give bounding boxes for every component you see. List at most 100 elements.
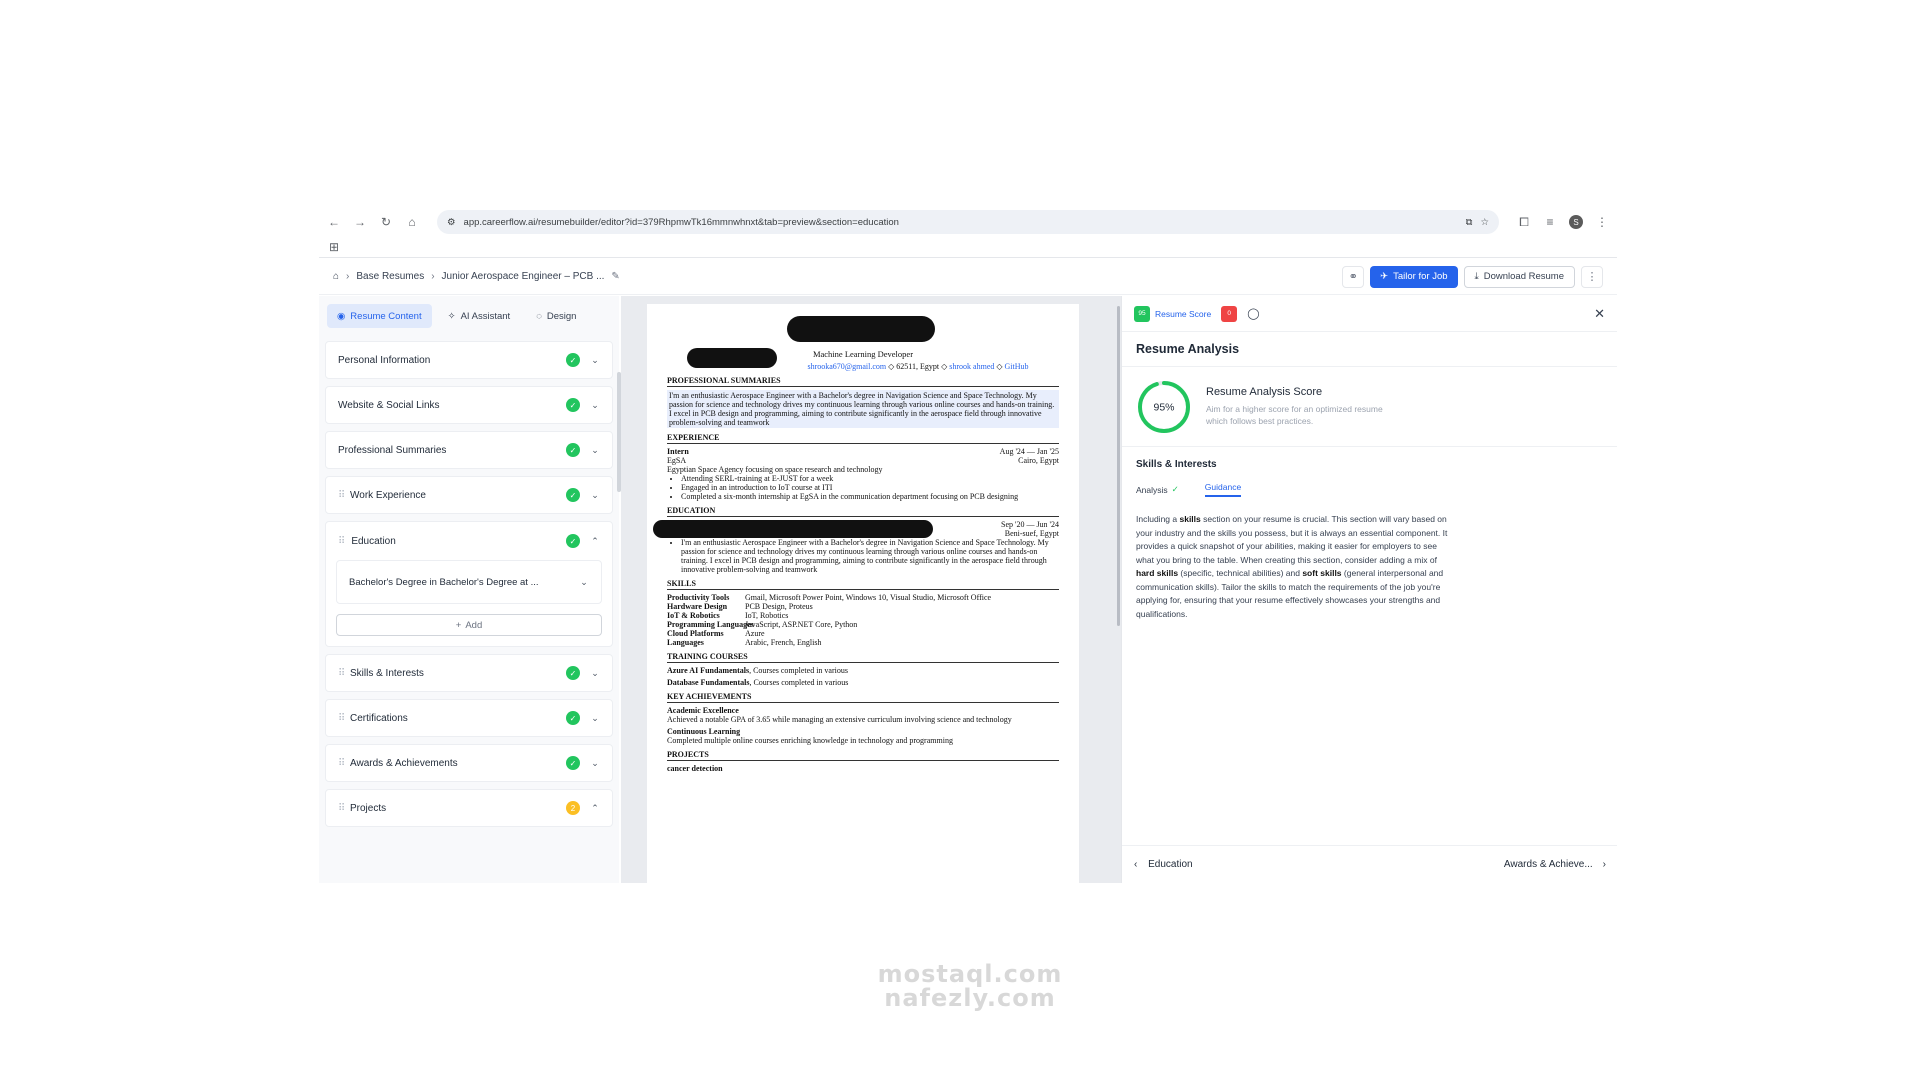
resume-heading-education: EDUCATION (667, 506, 1059, 517)
section-personal-information[interactable]: Personal Information ✓ ⌄ (325, 341, 613, 379)
achievement-title: Academic Excellence (667, 706, 739, 715)
download-resume-button[interactable]: ⤓ Download Resume (1463, 265, 1575, 288)
chat-bubble-icon[interactable]: ◯ (1247, 307, 1259, 320)
tab-resume-score[interactable]: 95 Resume Score (1134, 305, 1211, 322)
resume-heading-summary: PROFESSIONAL SUMMARIES (667, 376, 1059, 387)
section-certifications[interactable]: ⠿ Certifications ✓ ⌄ (325, 699, 613, 737)
extensions-icon[interactable]: ⧠ (1517, 215, 1531, 229)
resume-email[interactable]: shrooka670@gmail.com (807, 362, 886, 371)
redacted-name (787, 316, 935, 342)
home-icon[interactable]: ⌂ (405, 215, 419, 229)
tab-ai-assistant[interactable]: ✧ AI Assistant (438, 304, 521, 328)
resume-github[interactable]: GitHub (1005, 362, 1029, 371)
profile-avatar[interactable]: S (1569, 215, 1583, 229)
subtab-guidance[interactable]: Guidance (1204, 482, 1242, 497)
section-awards-achievements[interactable]: ⠿ Awards & Achievements ✓ ⌄ (325, 744, 613, 782)
rocket-icon: ✈ (1380, 271, 1389, 282)
bookmark-star-icon[interactable]: ☆ (1480, 217, 1489, 228)
sparkle-icon: ✧ (447, 310, 456, 322)
add-education-button[interactable]: + Add (336, 614, 602, 636)
drag-handle-icon[interactable]: ⠿ (338, 536, 345, 547)
section-professional-summaries[interactable]: Professional Summaries ✓ ⌄ (325, 431, 613, 469)
analysis-tabs: 95 Resume Score 0 ◯ ✕ (1122, 296, 1617, 332)
palette-icon: ◌ (536, 310, 542, 322)
section-skills-interests[interactable]: ⠿ Skills & Interests ✓ ⌄ (325, 654, 613, 692)
experience-company-row: EgSA Cairo, Egypt (667, 456, 1059, 465)
score-block: 95% Resume Analysis Score Aim for a high… (1122, 367, 1617, 447)
media-icon[interactable]: ≡ (1543, 215, 1557, 229)
achievement-title: Continuous Learning (667, 727, 741, 736)
tab-issues[interactable]: 0 (1221, 305, 1238, 322)
section-work-experience[interactable]: ⠿ Work Experience ✓ ⌄ (325, 476, 613, 514)
score-text: Resume Analysis Score Aim for a higher s… (1206, 386, 1396, 427)
install-app-icon[interactable]: ⧉ (1466, 217, 1473, 228)
score-ring: 95% (1138, 380, 1190, 433)
tailor-for-job-button[interactable]: ✈ Tailor for Job (1370, 265, 1458, 288)
site-info-icon[interactable]: ⚙ (447, 217, 456, 228)
redacted-contact (687, 348, 777, 368)
resume-summary[interactable]: I'm an enthusiastic Aerospace Engineer w… (667, 390, 1059, 428)
check-circle-icon: ✓ (566, 443, 580, 457)
training-item: Database Fundamentals, Courses completed… (667, 678, 849, 687)
download-icon: ⤓ (1474, 271, 1479, 282)
chevron-right-icon: › (346, 271, 350, 282)
chevron-down-icon[interactable]: ⌄ (590, 758, 600, 769)
training-item: Azure AI Fundamentals, Courses completed… (667, 666, 848, 675)
project-title: cancer detection (667, 764, 723, 773)
prev-section-button[interactable]: ‹ Education (1134, 859, 1193, 870)
header-actions: ⚭ ✈ Tailor for Job ⤓ Download Resume ⋮ (1342, 265, 1603, 288)
chevron-up-icon[interactable]: ⌃ (590, 803, 600, 814)
skills-list: Productivity Tools Gmail, Microsoft Power… (667, 593, 992, 647)
experience-bullets: Attending SERL-training at E-JUST for a … (667, 474, 1059, 501)
achievement-desc: Achieved a notable GPA of 3.65 while man… (667, 715, 1012, 724)
breadcrumb-base-resumes[interactable]: Base Resumes (356, 271, 424, 282)
resume-heading-achievements: KEY ACHIEVEMENTS (667, 692, 1059, 703)
chevron-down-icon[interactable]: ⌄ (590, 713, 600, 724)
drag-handle-icon[interactable]: ⠿ (338, 713, 345, 724)
tab-design[interactable]: ◌ Design (526, 304, 586, 328)
edit-pencil-icon[interactable]: ✎ (611, 271, 619, 282)
drag-handle-icon[interactable]: ⠿ (338, 758, 345, 769)
score-subtext: Aim for a higher score for an optimized … (1206, 404, 1383, 426)
resume-linkedin[interactable]: shrook ahmed (949, 362, 994, 371)
resume-heading-skills: SKILLS (667, 579, 1059, 590)
score-chip: 95 (1134, 305, 1150, 322)
drag-handle-icon[interactable]: ⠿ (338, 803, 345, 814)
analysis-subtabs: Analysis ✓ Guidance (1122, 478, 1617, 501)
back-icon[interactable]: ← (327, 215, 341, 229)
resume-heading-projects: PROJECTS (667, 750, 1059, 761)
close-icon[interactable]: ✕ (1594, 306, 1605, 322)
reload-icon[interactable]: ↻ (379, 215, 393, 229)
chevron-down-icon[interactable]: ⌄ (579, 577, 589, 588)
chevron-down-icon[interactable]: ⌄ (590, 668, 600, 679)
browser-menu-icon[interactable]: ⋮ (1595, 215, 1609, 229)
education-entry[interactable]: Bachelor's Degree in Bachelor's Degree a… (336, 560, 602, 604)
next-section-button[interactable]: Awards & Achieve... › (1504, 859, 1606, 870)
chevron-down-icon[interactable]: ⌄ (590, 355, 600, 366)
section-list: Personal Information ✓ ⌄ Website & Socia… (325, 341, 613, 834)
preview-scrollbar[interactable] (1117, 306, 1120, 626)
analysis-section-name: Skills & Interests (1136, 459, 1217, 470)
chevron-down-icon[interactable]: ⌄ (590, 445, 600, 456)
section-website-social-links[interactable]: Website & Social Links ✓ ⌄ (325, 386, 613, 424)
chevron-down-icon[interactable]: ⌄ (590, 400, 600, 411)
breadcrumb: ⌂ › Base Resumes › Junior Aerospace Engi… (333, 271, 620, 282)
address-bar[interactable]: ⚙ app.careerflow.ai/resumebuilder/editor… (437, 210, 1499, 234)
resume-page: Machine Learning Developer shrooka670@gm… (647, 304, 1079, 883)
more-options-button[interactable]: ⋮ (1581, 265, 1603, 288)
section-projects[interactable]: ⠿ Projects 2 ⌃ (325, 789, 613, 827)
drag-handle-icon[interactable]: ⠿ (338, 668, 345, 679)
share-link-button[interactable]: ⚭ (1342, 265, 1365, 288)
drag-handle-icon[interactable]: ⠿ (338, 490, 345, 501)
education-header[interactable]: ⠿ Education ✓ ⌃ (336, 532, 602, 550)
tab-resume-content[interactable]: ◉ Resume Content (327, 304, 432, 328)
chevron-down-icon[interactable]: ⌄ (590, 490, 600, 501)
forward-icon[interactable]: → (353, 215, 367, 229)
apps-grid-icon[interactable]: ⊞ (327, 240, 341, 254)
chevron-up-icon[interactable]: ⌃ (590, 536, 600, 547)
check-circle-outline-icon: ✓ (1171, 484, 1179, 494)
watermark: mostaql.com nafezly.com (877, 960, 1063, 1012)
home-icon[interactable]: ⌂ (333, 271, 339, 282)
subtab-analysis[interactable]: Analysis ✓ (1136, 482, 1179, 497)
check-circle-icon: ✓ (566, 666, 580, 680)
